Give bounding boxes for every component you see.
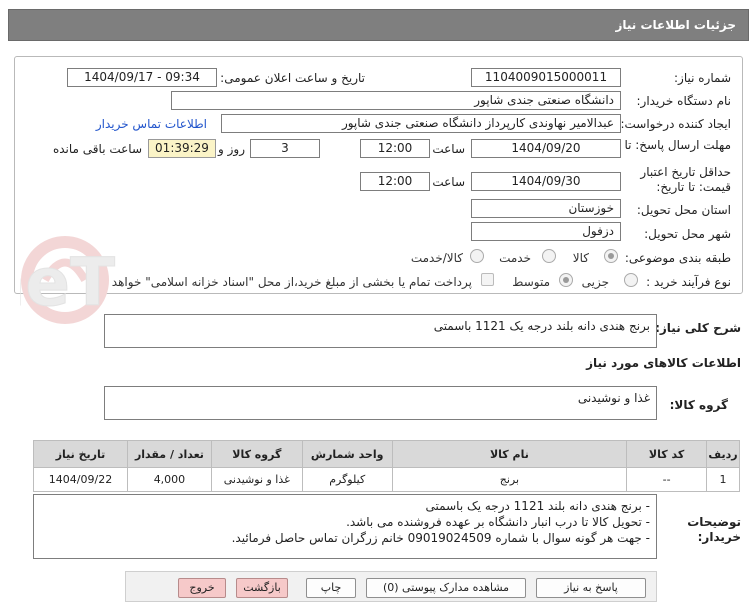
buyer-note-line: - جهت هر گونه سوال با شماره 09019024509 …	[231, 531, 650, 545]
need-number-field: 1104009015000011	[471, 68, 621, 87]
goods-info-title: اطلاعات کالاهای مورد نیاز	[586, 356, 741, 370]
days-label: روز و	[218, 142, 245, 156]
col-row-number: ردیف	[706, 440, 740, 468]
reply-button[interactable]: پاسخ به نیاز	[536, 578, 646, 598]
buyer-notes-label-line2: خریدار:	[697, 530, 741, 544]
col-item-group: گروه کالا	[210, 440, 303, 468]
reply-date-field: 1404/09/20	[471, 139, 621, 158]
category-both-label: کالا/خدمت	[410, 251, 463, 265]
cell-item-group: غذا و نوشیدنی	[210, 467, 303, 492]
col-item-code: کد کالا	[626, 440, 708, 468]
back-button[interactable]: بازگشت	[236, 578, 288, 598]
reply-time-label: ساعت	[432, 142, 465, 156]
creator-label: ایجاد کننده درخواست:	[620, 117, 731, 131]
treasury-payment-checkbox[interactable]	[481, 273, 494, 286]
remaining-time-label: ساعت باقی مانده	[52, 142, 142, 156]
goods-group-label: گروه کالا:	[669, 398, 728, 412]
col-item-name: نام کالا	[391, 440, 628, 468]
announce-date-label: تاریخ و ساعت اعلان عمومی:	[220, 71, 365, 85]
process-medium-label: متوسط	[512, 275, 550, 289]
city-field: دزفول	[471, 222, 621, 241]
category-goods-label: کالا	[572, 251, 589, 265]
category-service-label: خدمت	[499, 251, 531, 265]
city-label: شهر محل تحویل:	[644, 227, 731, 241]
process-minor-radio[interactable]	[624, 273, 638, 287]
description-field: برنج هندی دانه بلند درجه یک 1121 باسمتی	[104, 314, 657, 348]
cell-item-name: برنج	[391, 467, 628, 492]
page-title: جزئیات اطلاعات نیاز	[615, 18, 736, 32]
table-row: 1 -- برنج کیلوگرم غذا و نوشیدنی 4,000 14…	[33, 467, 740, 492]
cell-quantity: 4,000	[127, 467, 212, 492]
category-label: طبقه بندی موضوعی:	[624, 251, 731, 265]
province-field: خوزستان	[471, 199, 621, 218]
reply-time-field: 12:00	[360, 139, 430, 158]
validity-time-field: 12:00	[360, 172, 430, 191]
remaining-time-field: 01:39:29	[148, 139, 216, 158]
buyer-contact-link[interactable]: اطلاعات تماس خریدار	[96, 117, 207, 131]
buyer-org-label: نام دستگاه خریدار:	[636, 94, 732, 108]
buyer-note-line: - برنج هندی دانه بلند 1121 درجه یک باسمت…	[425, 499, 650, 513]
cell-need-date: 1404/09/22	[33, 467, 128, 492]
process-medium-radio[interactable]	[559, 273, 573, 287]
action-bar: پاسخ به نیاز مشاهده مدارک پیوستی (0) چاپ…	[125, 571, 657, 602]
validity-label-line1: حداقل تاریخ اعتبار	[640, 165, 731, 179]
exit-button[interactable]: خروج	[178, 578, 226, 598]
cell-unit: کیلوگرم	[301, 467, 393, 492]
category-both-radio[interactable]	[470, 249, 484, 263]
category-service-radio[interactable]	[542, 249, 556, 263]
buyer-notes-label-line1: توضیحات	[687, 515, 741, 529]
need-number-label: شماره نیاز:	[674, 71, 731, 85]
buyer-note-line: - تحویل کالا تا درب انبار دانشگاه بر عهد…	[346, 515, 650, 529]
category-goods-radio[interactable]	[604, 249, 618, 263]
col-need-date: تاریخ نیاز	[33, 440, 128, 468]
province-label: استان محل تحویل:	[636, 203, 731, 217]
process-type-label: نوع فرآیند خرید :	[646, 275, 731, 289]
items-table-header: ردیف کد کالا نام کالا واحد شمارش گروه کا…	[33, 440, 740, 468]
process-minor-label: جزیی	[581, 275, 609, 289]
col-unit: واحد شمارش	[301, 440, 393, 468]
announce-date-field: 1404/09/17 - 09:34	[67, 68, 217, 87]
description-label: شرح کلی نیاز:	[655, 321, 741, 335]
goods-group-field: غذا و نوشیدنی	[104, 386, 657, 420]
validity-time-label: ساعت	[432, 175, 465, 189]
treasury-payment-label: پرداخت تمام یا بخشی از مبلغ خرید،از محل …	[89, 275, 472, 289]
cell-row-number: 1	[706, 467, 740, 492]
print-button[interactable]: چاپ	[306, 578, 356, 598]
validity-label-line2: قیمت: تا تاریخ:	[656, 180, 731, 194]
buyer-notes-field: - برنج هندی دانه بلند 1121 درجه یک باسمت…	[33, 494, 657, 559]
attachments-button[interactable]: مشاهده مدارک پیوستی (0)	[366, 578, 526, 598]
creator-field: عبدالامیر نهاوندی کارپرداز دانشگاه صنعتی…	[221, 114, 621, 133]
validity-date-field: 1404/09/30	[471, 172, 621, 191]
page-title-bar: جزئیات اطلاعات نیاز	[8, 9, 749, 41]
cell-item-code: --	[626, 467, 708, 492]
col-quantity: تعداد / مقدار	[127, 440, 212, 468]
days-remaining-field: 3	[250, 139, 320, 158]
buyer-org-field: دانشگاه صنعتی جندی شاپور	[171, 91, 621, 110]
items-table: ردیف کد کالا نام کالا واحد شمارش گروه کا…	[33, 440, 740, 492]
